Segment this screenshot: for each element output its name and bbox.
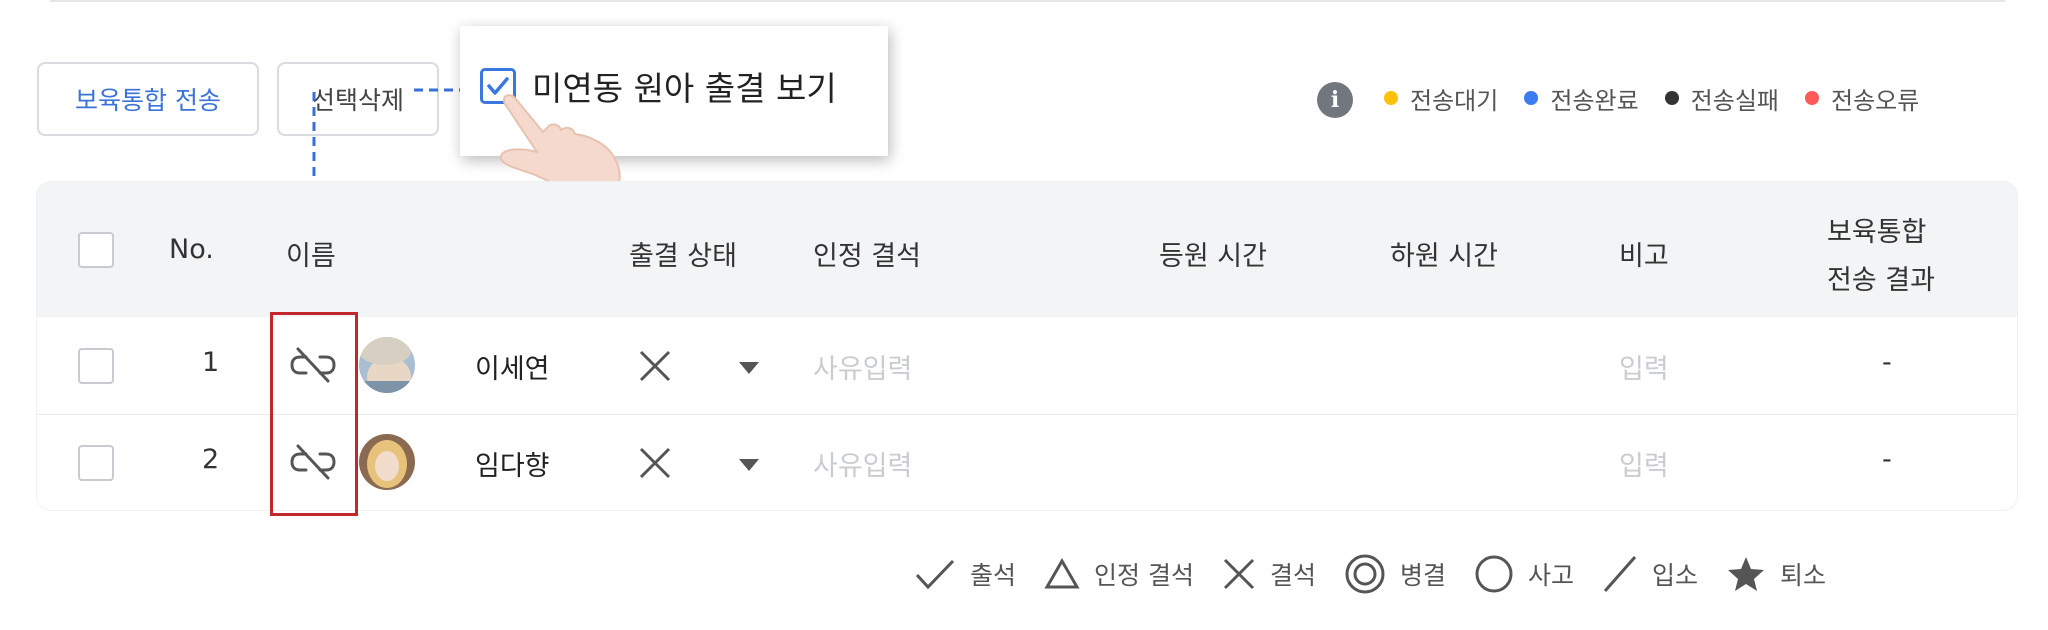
status-legend-failed: 전송실패	[1690, 86, 1779, 115]
legend-item-accident: 사고	[1474, 554, 1574, 594]
legend-item-approved-absence: 인정 결석	[1044, 556, 1194, 592]
star-icon	[1728, 557, 1765, 591]
note-input[interactable]: 입력	[1619, 347, 1669, 386]
legend-label-withdraw: 퇴소	[1780, 561, 1827, 590]
status-dot-failed	[1664, 91, 1679, 105]
legend-label-enroll: 입소	[1652, 561, 1699, 590]
col-transfer-result-line2: 전송 결과	[1827, 265, 1935, 296]
chevron-down-icon[interactable]	[739, 362, 759, 374]
absence-reason-input[interactable]: 사유입력	[813, 444, 912, 483]
chevron-down-icon[interactable]	[739, 459, 759, 471]
legend-label-accident: 사고	[1528, 561, 1575, 590]
status-dot-waiting	[1384, 91, 1398, 105]
avatar	[359, 434, 415, 490]
x-mark-icon	[1223, 558, 1255, 590]
status-legend-error: 전송오류	[1830, 86, 1920, 115]
legend-label-sick: 병결	[1399, 561, 1446, 590]
avatar	[359, 337, 415, 393]
x-mark-icon[interactable]	[638, 446, 672, 480]
slash-icon	[1603, 556, 1637, 592]
transfer-result: -	[1882, 444, 1892, 475]
legend-item-absence: 결석	[1222, 556, 1316, 592]
col-name: 이름	[286, 241, 336, 272]
row-checkbox[interactable]	[78, 348, 114, 384]
legend-item-withdraw: 퇴소	[1726, 555, 1826, 593]
legend-item-attendance: 출석	[914, 556, 1016, 592]
info-icon[interactable]: i	[1317, 82, 1353, 118]
row-checkbox[interactable]	[78, 445, 114, 481]
status-legend: 전송대기 전송완료 전송실패 전송오류	[1384, 78, 1919, 118]
table-header: No. 이름 출결 상태 인정 결석 등원 시간 하원 시간 비고 보육통합 전…	[37, 182, 2017, 317]
double-circle-icon	[1345, 554, 1385, 594]
x-mark-icon[interactable]	[638, 349, 672, 383]
triangle-icon	[1044, 558, 1080, 589]
unlink-icon-highlight	[270, 312, 358, 516]
status-dot-error	[1804, 91, 1819, 105]
col-departure-time: 하원 시간	[1390, 241, 1498, 272]
legend-item-enroll: 입소	[1602, 554, 1698, 594]
row-no: 2	[202, 444, 220, 475]
col-arrival-time: 등원 시간	[1159, 241, 1267, 272]
attendance-legend: 출석 인정 결석 결석 병결 사고 입소 퇴소	[886, 552, 1826, 596]
select-all-checkbox[interactable]	[78, 232, 114, 268]
legend-label-approved-absence: 인정 결석	[1094, 561, 1194, 590]
absence-reason-input[interactable]: 사유입력	[813, 347, 912, 386]
check-icon	[915, 559, 955, 590]
legend-label-absence: 결석	[1269, 561, 1316, 590]
student-name: 이세연	[475, 354, 550, 385]
col-note: 비고	[1619, 241, 1669, 272]
status-dot-complete	[1524, 91, 1539, 105]
legend-item-sick: 병결	[1344, 553, 1446, 595]
circle-icon	[1475, 555, 1513, 593]
col-attendance-status: 출결 상태	[629, 241, 737, 272]
col-approved-absence: 인정 결석	[813, 241, 921, 272]
col-transfer-result-line1: 보육통합	[1827, 217, 1927, 248]
col-no: No.	[169, 234, 214, 265]
status-legend-waiting: 전송대기	[1410, 86, 1499, 115]
status-legend-complete: 전송완료	[1550, 86, 1639, 115]
legend-label-attendance: 출석	[970, 561, 1017, 590]
transfer-result: -	[1882, 347, 1892, 378]
student-name: 임다향	[475, 451, 550, 482]
note-input[interactable]: 입력	[1619, 444, 1669, 483]
row-no: 1	[202, 347, 220, 378]
